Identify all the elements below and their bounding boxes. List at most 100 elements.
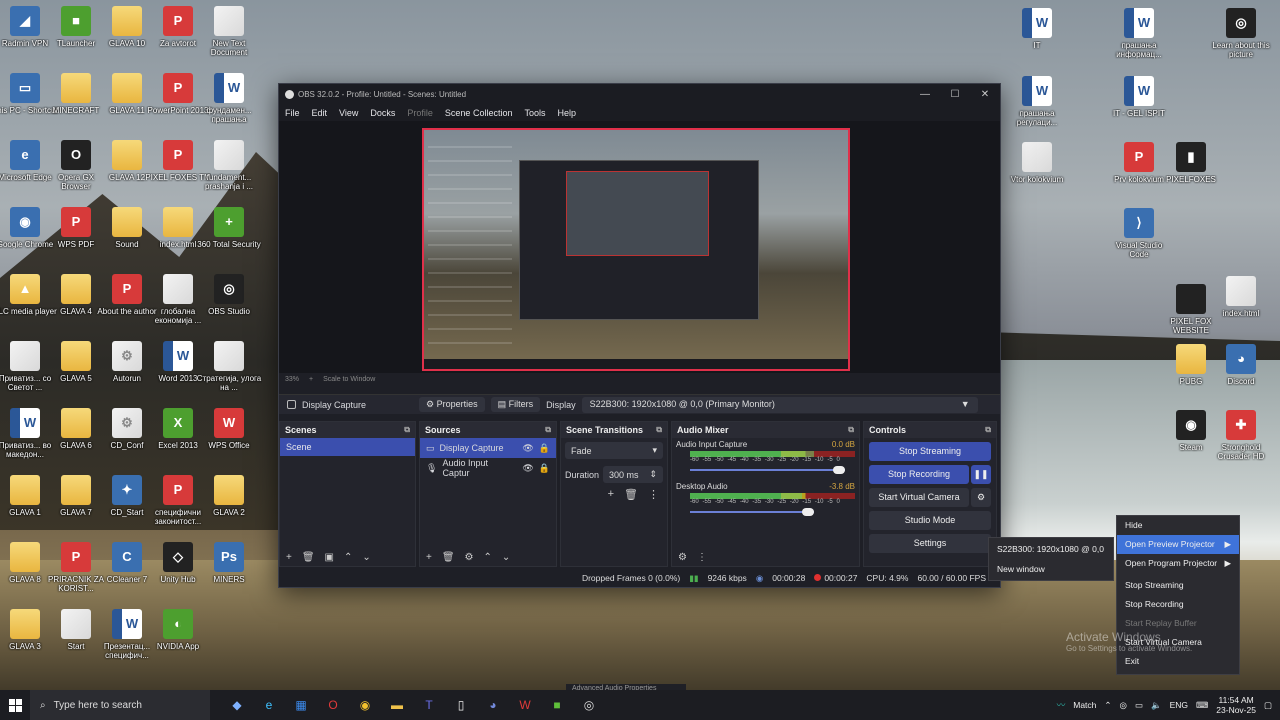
properties-button[interactable]: ⚙ Properties — [419, 397, 485, 412]
volume-slider[interactable] — [690, 508, 855, 516]
desktop-icon[interactable]: ✚ Stronghold Crusader HD — [1208, 410, 1274, 461]
settings-button[interactable]: Settings — [869, 534, 991, 553]
desktop-icon[interactable]: GLAVA 2 — [196, 475, 262, 517]
menu-item-exit[interactable]: Exit — [1117, 652, 1239, 671]
menu-view[interactable]: View — [339, 108, 358, 118]
undock-icon[interactable]: ⧉ — [545, 425, 551, 435]
mixer-settings-icon[interactable]: ⚙ — [678, 552, 687, 563]
menu-item-open-program-projector[interactable]: Open Program Projector ▶ — [1117, 554, 1239, 573]
language-indicator[interactable]: ENG — [1170, 700, 1188, 710]
maximize-button[interactable]: ☐ — [940, 89, 970, 100]
teams-icon[interactable]: T — [416, 692, 442, 718]
menu-item-hide[interactable]: Hide — [1117, 516, 1239, 535]
display-capture-preview[interactable] — [422, 128, 850, 371]
desktop-icon[interactable]: Wпрашања информац... — [1106, 8, 1172, 59]
submenu-new-window-item[interactable]: New window — [989, 558, 1113, 578]
source-settings-icon[interactable]: ⚙ — [465, 552, 474, 563]
move-down-icon[interactable]: ⌄ — [502, 552, 510, 563]
menu-item-stop-recording[interactable]: Stop Recording — [1117, 595, 1239, 614]
desktop-icon[interactable]: +360 Total Security — [196, 207, 262, 249]
desktop-icon[interactable]: Wпрашања регулаци... — [1004, 76, 1070, 127]
minecraft-icon[interactable]: ■ — [544, 692, 570, 718]
remove-source-icon[interactable]: 🗑 — [442, 552, 455, 563]
virtual-camera-settings-icon[interactable]: ⚙ — [971, 488, 991, 507]
desktop-icon[interactable]: Wфундамен... прашања — [196, 73, 262, 124]
store-icon[interactable]: ▦ — [288, 692, 314, 718]
desktop-icon[interactable]: Стратегија, улога на ... — [196, 341, 262, 392]
undock-icon[interactable]: ⧉ — [848, 425, 854, 435]
obs-icon[interactable]: ◎ — [576, 692, 602, 718]
desktop-icon[interactable]: Vtor kolokvium — [1004, 142, 1070, 184]
visibility-eye-icon[interactable]: 👁 — [522, 463, 533, 474]
move-up-icon[interactable]: ⌃ — [344, 552, 352, 563]
zoom-percent[interactable]: 33% — [285, 376, 299, 383]
preview-canvas[interactable] — [279, 121, 1000, 373]
desktop-icon[interactable]: ◐ NVIDIA App — [145, 609, 211, 651]
desktop-icon[interactable]: New Text Document — [196, 6, 262, 57]
display-select[interactable]: S22B300: 1920x1080 @ 0,0 (Primary Monito… — [581, 396, 978, 413]
visibility-eye-icon[interactable]: 👁 — [522, 443, 533, 454]
undock-icon[interactable]: ⧉ — [985, 425, 991, 435]
file-explorer-icon[interactable]: ▬ — [384, 692, 410, 718]
desktop-icon[interactable]: W IT - GEL ISPIT — [1106, 76, 1172, 118]
remove-scene-icon[interactable]: 🗑 — [302, 552, 315, 563]
zoom-in-button[interactable]: + — [309, 376, 313, 383]
slider-handle[interactable] — [833, 466, 845, 474]
menu-item-stop-streaming[interactable]: Stop Streaming — [1117, 576, 1239, 595]
studio-mode-button[interactable]: Studio Mode — [869, 511, 991, 530]
clock[interactable]: 11:54 AM 23-Nov-25 — [1216, 695, 1256, 715]
close-button[interactable]: ✕ — [970, 89, 1000, 100]
more-options-icon[interactable]: ⋮ — [697, 552, 707, 563]
virtual-camera-button[interactable]: Start Virtual Camera — [869, 488, 969, 507]
add-source-icon[interactable]: + — [426, 552, 432, 563]
duration-spinbox[interactable]: 300 ms ⇕ — [603, 466, 663, 483]
copilot-icon[interactable]: ◆ — [224, 692, 250, 718]
menu-help[interactable]: Help — [557, 108, 576, 118]
obs-tray-icon[interactable]: ◎ — [1120, 700, 1127, 711]
desktop-icon[interactable]: ⟩ Visual Studio Code — [1106, 208, 1172, 259]
menu-profile[interactable]: Profile — [407, 108, 433, 118]
source-display-capture[interactable]: ▭ Display Capture 👁 🔒 — [420, 438, 556, 458]
notification-icon[interactable]: ▢ — [1264, 700, 1272, 711]
lock-icon[interactable]: 🔒 — [539, 443, 550, 454]
lock-icon[interactable]: 🔒 — [539, 463, 550, 474]
desktop-icon[interactable]: ▮ PIXELFOXES — [1158, 142, 1224, 184]
desktop-icon[interactable]: ◎ OBS Studio — [196, 274, 262, 316]
opera-icon[interactable]: O — [320, 692, 346, 718]
submenu-monitor-item[interactable]: S22B300: 1920x1080 @ 0,0 — [989, 538, 1113, 558]
input-icon[interactable]: ⌨ — [1196, 700, 1208, 711]
desktop-icon[interactable]: W IT — [1004, 8, 1070, 50]
volume-icon[interactable]: 🔈 — [1151, 700, 1162, 711]
slider-handle[interactable] — [802, 508, 814, 516]
discord-icon[interactable]: ◕ — [480, 692, 506, 718]
chrome-icon[interactable]: ◉ — [352, 692, 378, 718]
desktop-icon[interactable]: W WPS Office — [196, 408, 262, 450]
add-transition-icon[interactable]: + — [608, 488, 614, 501]
notepad-icon[interactable]: ▯ — [448, 692, 474, 718]
edge-icon[interactable]: e — [256, 692, 282, 718]
move-down-icon[interactable]: ⌄ — [362, 552, 370, 563]
menu-file[interactable]: File — [285, 108, 300, 118]
start-button[interactable] — [0, 690, 30, 720]
weather-text[interactable]: Match — [1073, 700, 1096, 710]
wps-icon[interactable]: W — [512, 692, 538, 718]
obs-titlebar[interactable]: OBS 32.0.2 - Profile: Untitled - Scenes:… — [279, 84, 1000, 104]
tray-overflow-icon[interactable]: ⌃ — [1104, 700, 1111, 711]
minimize-button[interactable]: — — [910, 89, 940, 100]
remove-transition-icon[interactable]: 🗑 — [624, 488, 638, 501]
stop-recording-button[interactable]: Stop Recording — [869, 465, 969, 484]
source-audio-input[interactable]: 🎙 Audio Input Captur 👁 🔒 — [420, 458, 556, 478]
move-up-icon[interactable]: ⌃ — [484, 552, 492, 563]
transition-select[interactable]: Fade ▾ — [565, 442, 663, 459]
desktop-icon[interactable]: fundament... prashanja i ... — [196, 140, 262, 191]
undock-icon[interactable]: ⧉ — [656, 425, 662, 435]
desktop-icon[interactable]: ◎ Learn about this picture — [1208, 8, 1274, 59]
scale-to-window[interactable]: Scale to Window — [323, 376, 375, 383]
volume-slider[interactable] — [690, 466, 855, 474]
scene-item[interactable]: Scene — [280, 438, 415, 456]
more-options-icon[interactable]: ⋮ — [648, 488, 659, 501]
add-scene-icon[interactable]: + — [286, 552, 292, 563]
desktop-icon[interactable]: index.html — [1208, 276, 1274, 318]
taskbar-search[interactable]: ⌕ Type here to search — [30, 690, 210, 720]
menu-item-open-preview-projector[interactable]: Open Preview Projector ▶ — [1117, 535, 1239, 554]
